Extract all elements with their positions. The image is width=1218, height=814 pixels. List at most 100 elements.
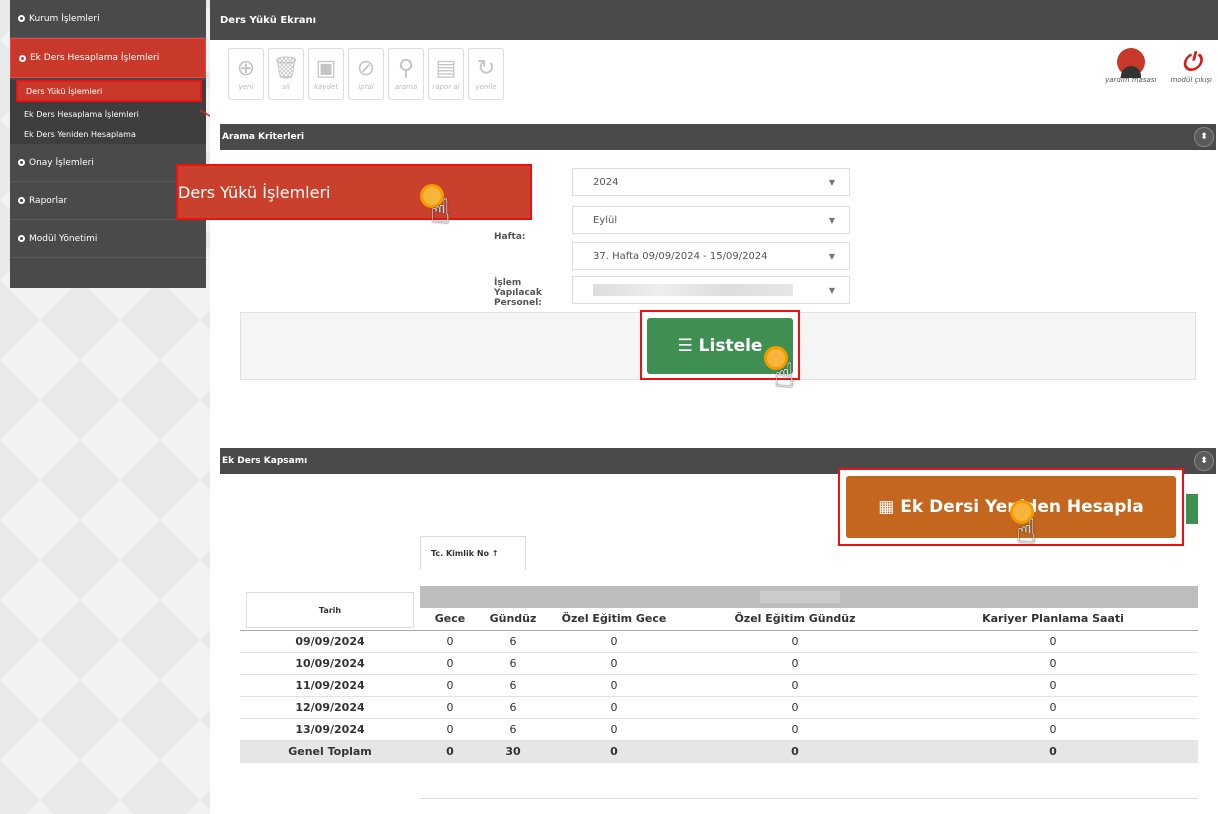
hidden-green-button[interactable] (1186, 494, 1198, 524)
refresh-button[interactable]: ↻ yenile (468, 48, 504, 100)
plus-circle-icon: ⊕ (236, 56, 256, 81)
module-exit-label: modül çıkışı (1170, 76, 1212, 84)
column-header: Özel Eğitim Gece (546, 608, 682, 631)
button-label: kaydet (314, 83, 338, 91)
circle-icon (19, 54, 26, 62)
sidebar-item-label: Ek Ders Hesaplama İşlemleri (30, 53, 160, 63)
table-cell: 0 (682, 630, 908, 653)
table-cell: 0 (546, 696, 682, 719)
sidebar-item-label: Raporlar (29, 195, 68, 206)
table-cell: 0 (546, 630, 682, 653)
tc-sort-tab[interactable]: Tc. Kimlik No ↑ (420, 536, 526, 570)
table-cell: 0 (682, 652, 908, 675)
delete-button[interactable]: 🗑 sil (268, 48, 304, 100)
table-cell: 0 (908, 630, 1198, 653)
cancel-button[interactable]: ⊘ iptal (348, 48, 384, 100)
workload-table: Gece Gündüz Özel Eğitim Gece Özel Eğitim… (240, 608, 1198, 763)
power-icon: ⏻ (1181, 48, 1201, 76)
button-label: sil (282, 83, 290, 91)
callout-text: Ders Yükü İşlemleri (178, 182, 331, 202)
date-cell: 11/09/2024 (240, 674, 420, 697)
button-label: yeni (238, 83, 254, 91)
circle-icon (18, 15, 25, 22)
table-cell: 0 (682, 718, 908, 741)
new-button[interactable]: ⊕ yeni (228, 48, 264, 100)
table-cell: 0 (420, 630, 480, 653)
section-title: Arama Kriterleri (222, 132, 305, 142)
date-cell: 10/09/2024 (240, 652, 420, 675)
table-row: 10/09/2024 0 6 0 0 0 (240, 652, 1198, 675)
sidebar-subitem-ders-yuku[interactable]: Ders Yükü İşlemleri (16, 80, 202, 102)
year-select[interactable]: 2024 ▼ (572, 168, 850, 196)
collapse-toggle-icon[interactable]: ⬍ (1194, 451, 1214, 471)
save-icon: ▣ (315, 56, 337, 81)
year-value: 2024 (593, 176, 619, 188)
sidebar: Kurum İşlemleri Ek Ders Hesaplama İşleml… (10, 0, 206, 288)
week-value: 37. Hafta 09/09/2024 - 15/09/2024 (593, 250, 768, 262)
data-table-wrap: Tc. Kimlik No ↑ Tarih Gece Gündüz Özel E… (240, 536, 1198, 799)
date-cell: 12/09/2024 (240, 696, 420, 719)
column-header: Gece (420, 608, 480, 631)
date-cell: 09/09/2024 (240, 630, 420, 653)
report-button[interactable]: ▤ rapor al (428, 48, 464, 100)
button-label: rapor al (432, 83, 460, 91)
sidebar-subitem-yeniden-hesaplama[interactable]: Ek Ders Yeniden Hesaplama (10, 124, 206, 144)
section-title: Ek Ders Kapsamı (222, 456, 308, 466)
hand-pointer-icon: ☝ (1016, 512, 1037, 552)
table-cell: 0 (908, 718, 1198, 741)
table-cell: 0 (908, 696, 1198, 719)
sidebar-item-label: Onay İşlemleri (29, 157, 94, 168)
hand-pointer-icon: ☝ (430, 192, 451, 232)
chevron-down-icon: ▼ (828, 286, 835, 295)
table-cell: 0 (420, 718, 480, 741)
module-exit-button[interactable]: ⏻ modül çıkışı (1170, 48, 1212, 84)
circle-icon (18, 159, 25, 166)
button-label: yenile (475, 83, 497, 91)
toolbar: ⊕ yeni 🗑 sil ▣ kaydet ⊘ iptal ⚲ arama ▤ rapor … (228, 48, 504, 100)
sidebar-item-label: Modül Yönetimi (29, 233, 98, 244)
collapse-toggle-icon[interactable]: ⬍ (1194, 127, 1214, 147)
week-select[interactable]: 37. Hafta 09/09/2024 - 15/09/2024 ▼ (572, 242, 850, 270)
column-header: Gündüz (480, 608, 546, 631)
horizontal-scrollbar[interactable] (420, 798, 1198, 808)
personnel-select[interactable]: ▼ (572, 276, 850, 304)
page-title: Ders Yükü Ekranı (210, 0, 1218, 40)
chevron-down-icon: ▼ (828, 178, 835, 187)
table-cell: 0 (546, 652, 682, 675)
blurred-personnel (593, 284, 793, 296)
table-row: 12/09/2024 0 6 0 0 0 (240, 696, 1198, 719)
search-criteria-header: Arama Kriterleri ⬍ (220, 124, 1216, 150)
table-cell: 0 (682, 674, 908, 697)
header-actions: yardım masası ⏻ modül çıkışı (1105, 48, 1212, 84)
main-panel: Ders Yükü Ekranı ⊕ yeni 🗑 sil ▣ kaydet ⊘ ipt… (176, 0, 1218, 814)
table-cell: 6 (480, 674, 546, 697)
callout-ders-yuku: Ders Yükü İşlemleri (176, 164, 532, 220)
table-row: 11/09/2024 0 6 0 0 0 (240, 674, 1198, 697)
search-icon: ⚲ (397, 56, 415, 81)
button-label: iptal (358, 83, 374, 91)
total-cell: 0 (546, 740, 682, 763)
cancel-icon: ⊘ (356, 56, 376, 81)
circle-icon (18, 197, 25, 204)
total-label: Genel Toplam (240, 740, 420, 763)
table-row: 13/09/2024 0 6 0 0 0 (240, 718, 1198, 741)
total-cell: 0 (682, 740, 908, 763)
help-desk-button[interactable]: yardım masası (1105, 48, 1156, 84)
person-header (420, 586, 1198, 608)
sidebar-item-ek-ders[interactable]: Ek Ders Hesaplama İşlemleri (10, 38, 206, 78)
total-row: Genel Toplam 0 30 0 0 0 (240, 740, 1198, 763)
sidebar-item-label: Kurum İşlemleri (29, 13, 100, 24)
table-cell: 0 (908, 652, 1198, 675)
search-button[interactable]: ⚲ arama (388, 48, 424, 100)
table-cell: 0 (420, 674, 480, 697)
personnel-label: İşlem Yapılacak Personel: (494, 278, 542, 308)
sidebar-item-kurum[interactable]: Kurum İşlemleri (10, 0, 206, 38)
chevron-down-icon: ▼ (828, 252, 835, 261)
sidebar-subitem-ek-ders-hesaplama[interactable]: Ek Ders Hesaplama İşlemleri (10, 104, 206, 124)
table-cell: 0 (546, 718, 682, 741)
sidebar-item-modul[interactable]: Modül Yönetimi (10, 220, 206, 258)
circle-icon (18, 235, 25, 242)
trash-icon: 🗑 (272, 56, 300, 81)
month-select[interactable]: Eylül ▼ (572, 206, 850, 234)
save-button[interactable]: ▣ kaydet (308, 48, 344, 100)
